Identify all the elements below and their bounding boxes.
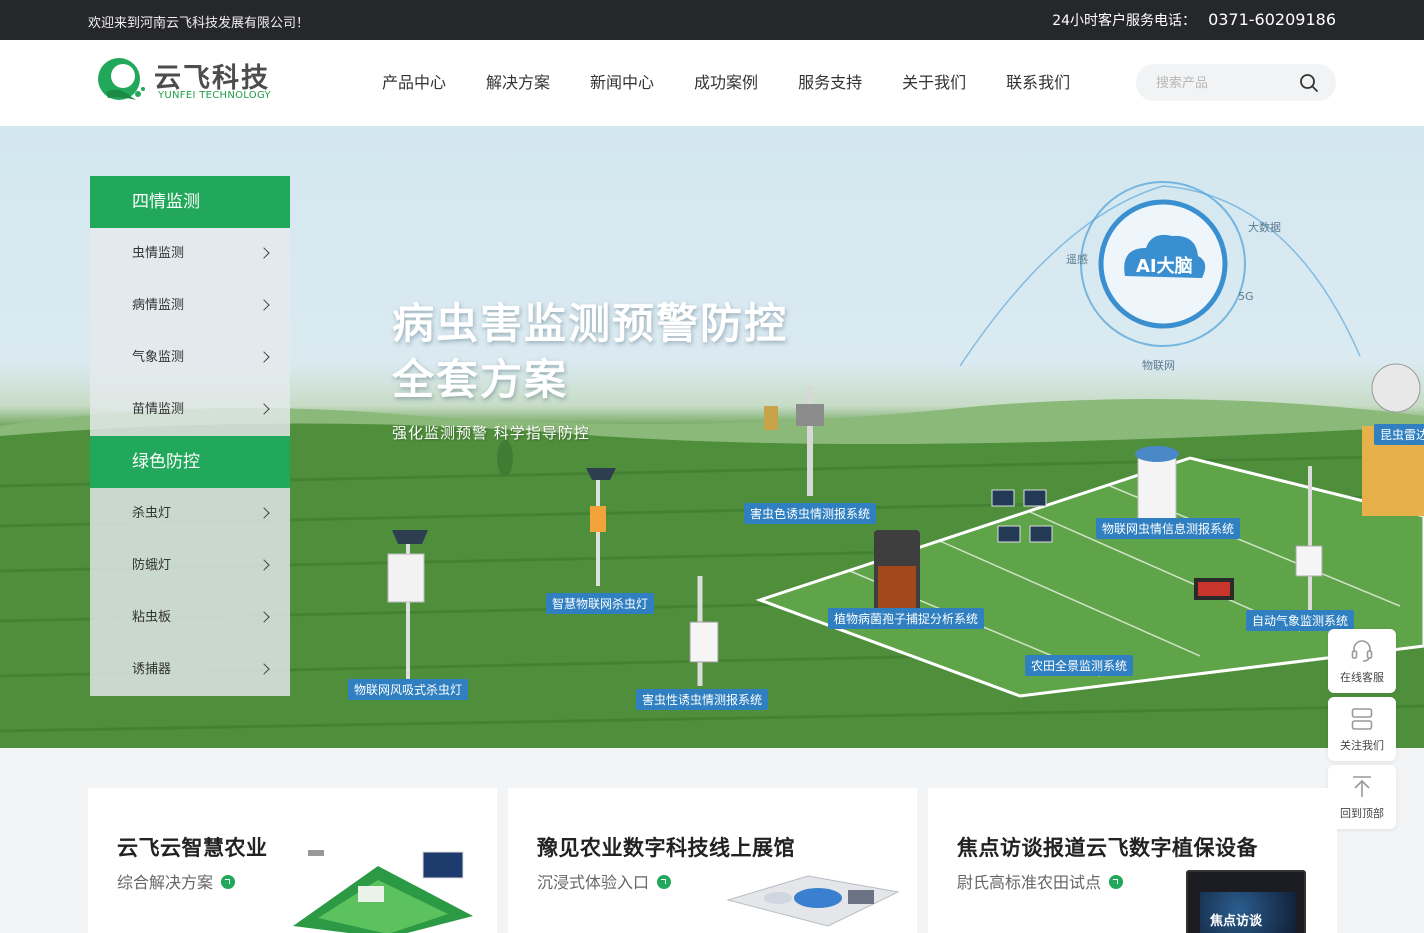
chevron-right-icon (258, 663, 270, 675)
hero-title-line2: 全套方案 (392, 355, 569, 404)
chevron-right-icon (258, 299, 270, 311)
logo-mark-icon (98, 58, 145, 100)
card-subtitle: 综合解决方案 (117, 869, 236, 893)
nav-solutions[interactable]: 解决方案 (466, 40, 570, 126)
exhibition-hall-illustration (726, 875, 900, 927)
chevron-right-icon (258, 611, 270, 623)
menu-item-seedling-monitoring[interactable]: 苗情监测 (90, 384, 290, 436)
tag-panorama-system: 农田全景监测系统 (1025, 655, 1134, 676)
tag-insect-radar: 昆虫雷达 (1374, 424, 1424, 445)
arrow-right-icon (1109, 875, 1124, 889)
tag-color-trap-system: 害虫色诱虫情测报系统 (744, 503, 877, 524)
tag-weather-station: 自动气象监测系统 (1246, 610, 1355, 631)
ai-brain-label: AI大脑 (1136, 256, 1193, 277)
menu-item-label: 虫情监测 (132, 246, 185, 261)
menu-item-trap[interactable]: 诱捕器 (90, 644, 290, 696)
ring-label-5g: 5G (1238, 290, 1254, 303)
menu-item-label: 粘虫板 (132, 610, 172, 625)
ring-label-big-data: 大数据 (1248, 221, 1281, 234)
menu-item-label: 气象监测 (132, 350, 185, 365)
chevron-right-icon (258, 403, 270, 415)
search-input[interactable] (1156, 73, 1296, 93)
category-green-control[interactable]: 绿色防控 (90, 436, 290, 488)
menu-item-label: 病情监测 (132, 298, 185, 313)
hotline-number[interactable]: 0371-60209186 (1208, 10, 1336, 29)
card-subtitle: 尉氏高标准农田试点 (957, 869, 1124, 893)
site-header: 云飞科技 YUNFEI TECHNOLOGY 产品中心 解决方案 新闻中心 成功… (0, 40, 1424, 126)
ring-label-iot: 物联网 (1142, 359, 1175, 372)
ring-label-remote-sensing: 遥感 (1066, 253, 1088, 266)
chevron-right-icon (258, 507, 270, 519)
nav-about[interactable]: 关于我们 (882, 40, 986, 126)
arrow-up-icon (1353, 776, 1371, 797)
card-title: 豫见农业数字科技线上展馆 (537, 836, 795, 860)
menu-item-label: 防蛾灯 (132, 558, 172, 573)
nav-support[interactable]: 服务支持 (778, 40, 882, 126)
qrcode-icon (1351, 708, 1373, 730)
chevron-right-icon (258, 559, 270, 571)
nav-contact[interactable]: 联系我们 (986, 40, 1090, 126)
tag-smart-insect-lamp: 智慧物联网杀虫灯 (546, 593, 655, 614)
welcome-text: 欢迎来到河南云飞科技发展有限公司！ (88, 16, 310, 31)
hero-title-line1: 病虫害监测预警防控 (392, 299, 789, 348)
nav-news[interactable]: 新闻中心 (570, 40, 674, 126)
main-nav: 产品中心 解决方案 新闻中心 成功案例 服务支持 关于我们 联系我们 (362, 40, 1090, 126)
hero-title: 病虫害监测预警防控 全套方案 (392, 296, 788, 408)
chevron-right-icon (258, 351, 270, 363)
menu-item-insect-lamp[interactable]: 杀虫灯 (90, 488, 290, 540)
back-to-top-button[interactable]: 回到顶部 (1328, 765, 1396, 829)
menu-item-weather-monitoring[interactable]: 气象监测 (90, 332, 290, 384)
menu-item-label: 苗情监测 (132, 402, 185, 417)
card-title: 云飞云智慧农业 (117, 836, 268, 860)
card-subtitle: 沉浸式体验入口 (537, 869, 672, 893)
tag-iot-pest-system: 物联网虫情信息测报系统 (1096, 518, 1241, 539)
tag-pheromone-trap-system: 害虫性诱虫情测报系统 (636, 689, 769, 710)
hero-subtitle: 强化监测预警 科学指导防控 (392, 424, 590, 442)
tv-screen-text: 焦点访谈 (1210, 914, 1263, 929)
tool-label: 回到顶部 (1340, 807, 1384, 820)
logo-name-en: YUNFEI TECHNOLOGY (158, 90, 271, 101)
tool-label: 关注我们 (1340, 739, 1384, 752)
headset-icon (1351, 640, 1373, 662)
feature-card-smart-agriculture[interactable]: 云飞云智慧农业 综合解决方案 (88, 788, 497, 933)
site-logo[interactable]: 云飞科技 YUNFEI TECHNOLOGY (96, 54, 286, 106)
top-bar: 欢迎来到河南云飞科技发展有限公司！ 24小时客户服务电话： 0371-602091… (0, 0, 1424, 40)
category-side-menu: 四情监测 虫情监测 病情监测 气象监测 苗情监测 绿色防控 杀虫灯 防蛾灯 粘虫… (90, 176, 290, 696)
follow-us-button[interactable]: 关注我们 (1328, 697, 1396, 761)
menu-item-moth-lamp[interactable]: 防蛾灯 (90, 540, 290, 592)
smart-farm-illustration (293, 850, 473, 933)
card-title: 焦点访谈报道云飞数字植保设备 (957, 836, 1258, 860)
nav-products[interactable]: 产品中心 (362, 40, 466, 126)
menu-item-disease-monitoring[interactable]: 病情监测 (90, 280, 290, 332)
menu-item-pest-monitoring[interactable]: 虫情监测 (90, 228, 290, 280)
hotline: 24小时客户服务电话： 0371-60209186 (1052, 10, 1336, 30)
category-four-monitoring[interactable]: 四情监测 (90, 176, 290, 228)
arrow-right-icon (221, 875, 236, 889)
tag-wind-suction-lamp: 物联网风吸式杀虫灯 (348, 679, 469, 700)
chevron-right-icon (258, 247, 270, 259)
nav-cases[interactable]: 成功案例 (674, 40, 778, 126)
menu-item-sticky-board[interactable]: 粘虫板 (90, 592, 290, 644)
tag-spore-capture-system: 植物病菌孢子捕捉分析系统 (828, 608, 985, 629)
online-service-button[interactable]: 在线客服 (1328, 629, 1396, 693)
search-box (1136, 64, 1336, 101)
feature-card-online-exhibition[interactable]: 豫见农业数字科技线上展馆 沉浸式体验入口 (508, 788, 917, 933)
tool-label: 在线客服 (1340, 671, 1384, 684)
menu-item-label: 诱捕器 (132, 662, 172, 677)
menu-item-label: 杀虫灯 (132, 506, 172, 521)
arrow-right-icon (657, 875, 672, 889)
floating-toolbar: 在线客服 关注我们 回到顶部 (1328, 629, 1396, 833)
hotline-label: 24小时客户服务电话： (1052, 13, 1197, 29)
search-icon[interactable] (1298, 72, 1320, 94)
feature-card-news-interview[interactable]: 焦点访谈报道云飞数字植保设备 尉氏高标准农田试点 焦点访谈 (928, 788, 1337, 933)
tv-screen-thumbnail: 焦点访谈 (1186, 870, 1306, 933)
